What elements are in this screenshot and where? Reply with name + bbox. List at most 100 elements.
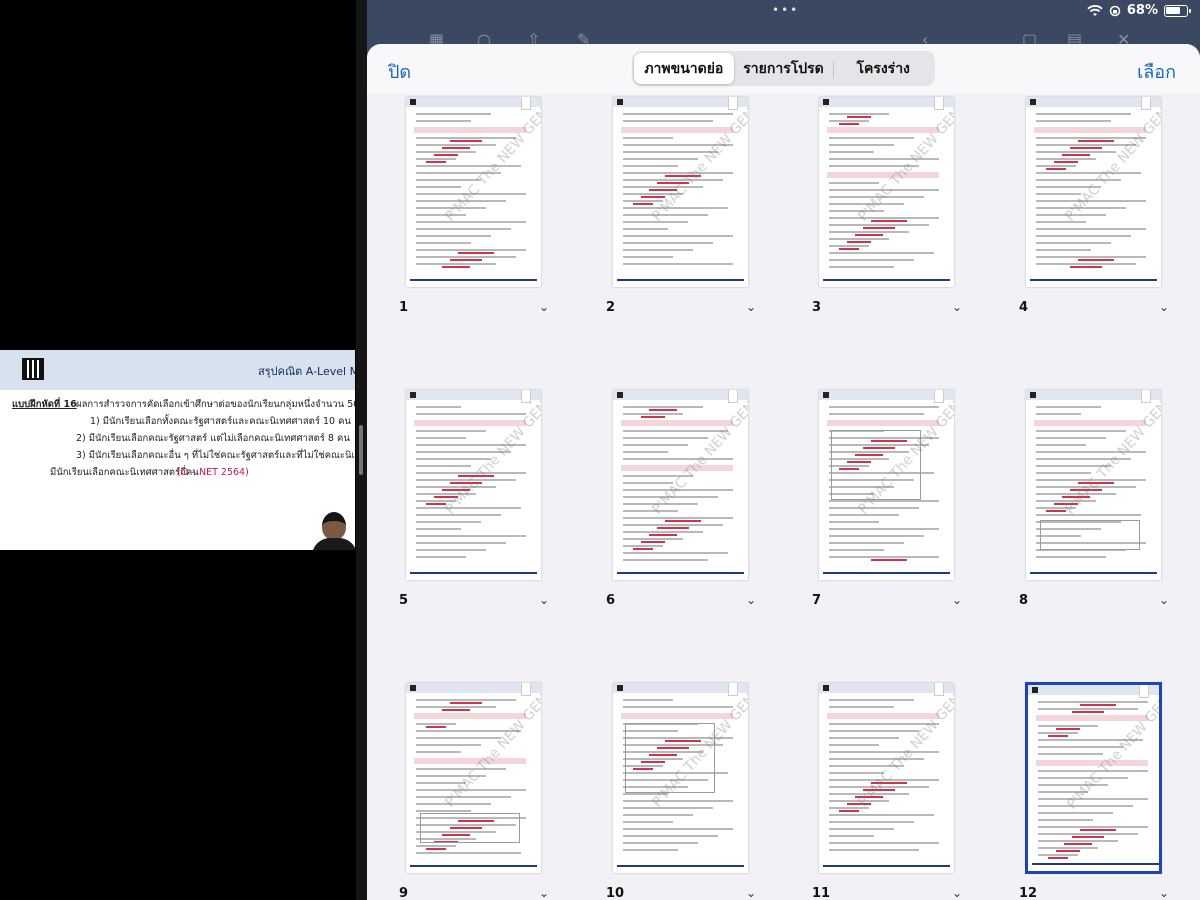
handwritten-note xyxy=(847,116,871,118)
chevron-down-icon[interactable]: ⌄ xyxy=(1159,886,1169,900)
handwritten-note xyxy=(426,726,446,728)
bookmark-icon[interactable] xyxy=(1139,685,1149,698)
text-line xyxy=(1036,256,1146,258)
text-line xyxy=(1038,826,1148,828)
page-thumbnail-cell[interactable]: P'MAC The NEW GEN 8 ⌄ xyxy=(1019,390,1200,630)
text-line xyxy=(623,256,673,258)
text-line xyxy=(416,744,481,746)
bookmark-icon[interactable] xyxy=(728,683,738,696)
text-line xyxy=(623,828,733,830)
bookmark-icon[interactable] xyxy=(521,683,531,696)
tab-favorites[interactable]: รายการโปรด xyxy=(734,53,834,84)
page-thumbnail[interactable]: P'MAC The NEW GEN xyxy=(1025,682,1162,874)
multitasking-dots[interactable]: ••• xyxy=(772,3,799,17)
chevron-down-icon[interactable]: ⌄ xyxy=(746,300,756,314)
bookmark-icon[interactable] xyxy=(1141,390,1151,403)
handwritten-note xyxy=(863,227,895,229)
page-thumbnail-cell[interactable]: P'MAC The NEW GEN 4 ⌄ xyxy=(1019,97,1200,337)
chevron-down-icon[interactable]: ⌄ xyxy=(1159,593,1169,607)
page-thumbnail[interactable]: P'MAC The NEW GEN xyxy=(406,97,541,287)
text-line xyxy=(416,263,496,265)
page-thumbnail-cell[interactable]: P'MAC The NEW GEN 7 ⌄ xyxy=(812,390,999,630)
bookmark-icon[interactable] xyxy=(521,97,531,110)
page-thumbnail-cell[interactable]: P'MAC The NEW GEN 6 ⌄ xyxy=(606,390,793,630)
page-thumbnail-cell[interactable]: P'MAC The NEW GEN 10 ⌄ xyxy=(606,683,793,900)
bookmark-icon[interactable] xyxy=(521,390,531,403)
page-thumbnail-cell[interactable]: P'MAC The NEW GEN 1 ⌄ xyxy=(399,97,586,337)
handwritten-note xyxy=(641,196,665,198)
chevron-down-icon[interactable]: ⌄ xyxy=(539,886,549,900)
page-thumbnail[interactable]: P'MAC The NEW GEN xyxy=(613,683,748,873)
handwritten-note xyxy=(1062,154,1090,156)
chevron-down-icon[interactable]: ⌄ xyxy=(746,593,756,607)
bookmark-icon[interactable] xyxy=(728,97,738,110)
page-thumbnail[interactable]: P'MAC The NEW GEN xyxy=(1026,97,1161,287)
section-band xyxy=(414,127,526,133)
text-line xyxy=(416,514,501,516)
chevron-down-icon[interactable]: ⌄ xyxy=(952,886,962,900)
page-thumbnail-cell[interactable]: P'MAC The NEW GEN 12 ⌄ xyxy=(1019,682,1200,900)
qr-code-icon xyxy=(22,358,44,380)
text-line xyxy=(416,528,461,530)
handwritten-note xyxy=(633,548,653,550)
page-thumbnail[interactable]: P'MAC The NEW GEN xyxy=(1026,390,1161,580)
text-line xyxy=(416,406,461,408)
chevron-down-icon[interactable]: ⌄ xyxy=(539,593,549,607)
handwritten-note xyxy=(426,848,446,850)
text-line xyxy=(416,430,486,432)
handwritten-note xyxy=(1072,836,1104,838)
lecture-video-frame[interactable]: สรุปคณิต A-Level Math1-2 EP3 แบบฝึกหัดที… xyxy=(0,350,355,550)
chevron-down-icon[interactable]: ⌄ xyxy=(539,300,549,314)
page-thumbnail-cell[interactable]: P'MAC The NEW GEN 2 ⌄ xyxy=(606,97,793,337)
page-number: 7 xyxy=(812,593,822,608)
thumbnail-footer xyxy=(617,279,744,281)
handwritten-note xyxy=(1048,857,1068,859)
page-thumbnail-cell[interactable]: P'MAC The NEW GEN 5 ⌄ xyxy=(399,390,586,630)
page-thumbnail-cell[interactable]: P'MAC The NEW GEN 11 ⌄ xyxy=(812,683,999,900)
page-thumbnail[interactable]: P'MAC The NEW GEN xyxy=(819,683,954,873)
chevron-down-icon[interactable]: ⌄ xyxy=(952,593,962,607)
page-thumbnail[interactable]: P'MAC The NEW GEN xyxy=(406,390,541,580)
page-thumbnail[interactable]: P'MAC The NEW GEN xyxy=(613,97,748,287)
page-thumbnail[interactable]: P'MAC The NEW GEN xyxy=(613,390,748,580)
page-thumbnail[interactable]: P'MAC The NEW GEN xyxy=(406,683,541,873)
text-line xyxy=(416,852,521,854)
split-view-divider[interactable] xyxy=(356,0,367,900)
handwritten-note xyxy=(1046,510,1066,512)
text-line xyxy=(829,528,939,530)
bookmark-icon[interactable] xyxy=(934,390,944,403)
select-button[interactable]: เลือก xyxy=(1137,57,1176,86)
bookmark-icon[interactable] xyxy=(1141,97,1151,110)
page-thumbnail-cell[interactable]: P'MAC The NEW GEN 3 ⌄ xyxy=(812,97,999,337)
section-band xyxy=(1034,420,1146,426)
text-line xyxy=(623,510,678,512)
bookmark-icon[interactable] xyxy=(934,97,944,110)
qr-code-icon xyxy=(617,99,623,105)
divider-handle[interactable] xyxy=(359,425,363,475)
chevron-down-icon[interactable]: ⌄ xyxy=(1159,300,1169,314)
text-line xyxy=(623,835,718,837)
chevron-down-icon[interactable]: ⌄ xyxy=(952,300,962,314)
page-thumbnail[interactable]: P'MAC The NEW GEN xyxy=(819,390,954,580)
text-line xyxy=(829,828,894,830)
tab-thumbnails[interactable]: ภาพขนาดย่อ xyxy=(634,53,734,84)
close-button[interactable]: ปิด xyxy=(388,57,411,86)
bookmark-icon[interactable] xyxy=(728,390,738,403)
slide-header: สรุปคณิต A-Level Math1-2 EP3 xyxy=(0,350,355,390)
section-band xyxy=(827,420,939,426)
text-line xyxy=(829,737,899,739)
page-thumbnail[interactable]: P'MAC The NEW GEN xyxy=(819,97,954,287)
view-mode-segmented-control[interactable]: ภาพขนาดย่อ รายการโปรด โครงร่าง xyxy=(632,51,935,86)
thumbnail-footer xyxy=(410,279,537,281)
tab-outline[interactable]: โครงร่าง xyxy=(833,53,933,84)
text-line xyxy=(416,228,511,230)
text-line xyxy=(623,807,713,809)
text-line xyxy=(623,179,723,181)
text-line xyxy=(1036,172,1141,174)
page-number: 8 xyxy=(1019,593,1029,608)
status-bar: ••• 68% xyxy=(367,0,1200,24)
page-thumbnail-cell[interactable]: P'MAC The NEW GEN 9 ⌄ xyxy=(399,683,586,900)
bookmark-icon[interactable] xyxy=(934,683,944,696)
text-line xyxy=(829,744,879,746)
chevron-down-icon[interactable]: ⌄ xyxy=(746,886,756,900)
